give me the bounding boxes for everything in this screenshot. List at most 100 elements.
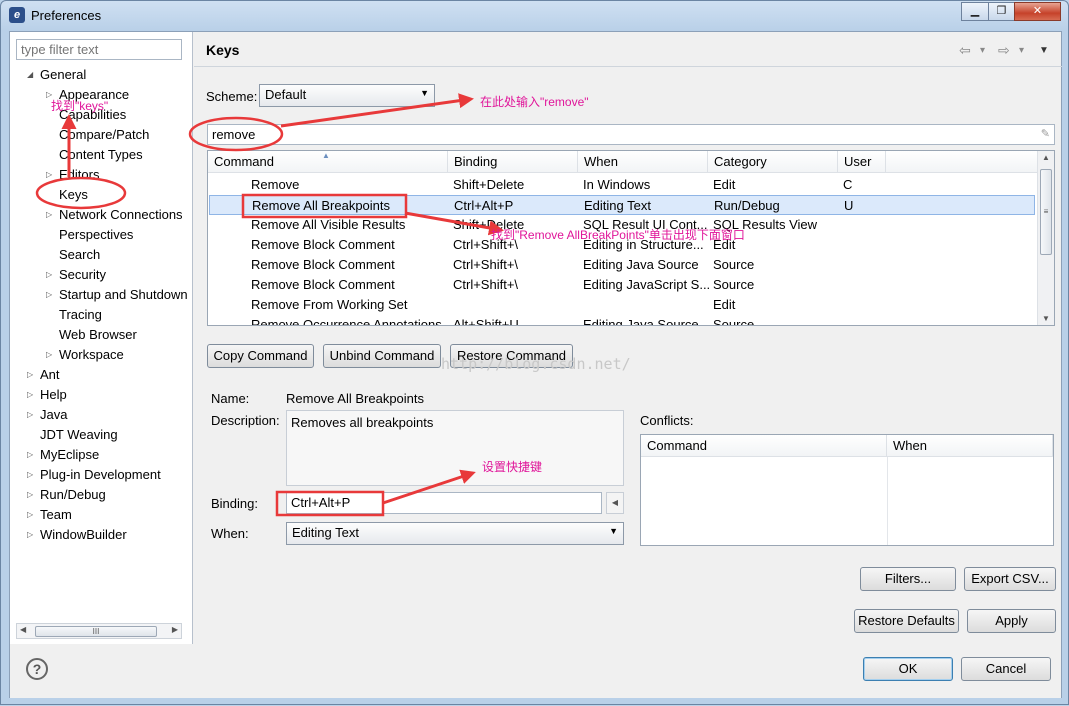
collapsed-twisty-icon[interactable]: ▷ — [27, 505, 33, 525]
collapsed-twisty-icon[interactable]: ▷ — [27, 385, 33, 405]
binding-menu-icon[interactable]: ◀ — [606, 492, 624, 514]
clear-filter-icon[interactable]: ✎ — [1041, 127, 1050, 140]
collapsed-twisty-icon[interactable]: ▷ — [46, 285, 52, 305]
table-row[interactable]: Remove Block Comment Ctrl+Shift+\ Editing … — [209, 275, 1035, 295]
tree-item-tracing[interactable]: Tracing — [59, 305, 102, 325]
collapsed-twisty-icon[interactable]: ▷ — [46, 205, 52, 225]
scheme-select[interactable]: Default ▼ — [259, 84, 435, 107]
back-menu-icon[interactable]: ▾ — [980, 45, 985, 56]
collapsed-twisty-icon[interactable]: ▷ — [27, 365, 33, 385]
binding-input[interactable]: Ctrl+Alt+P — [286, 492, 602, 514]
tree-item-help[interactable]: Help — [40, 385, 67, 405]
conflicts-table: Command When — [640, 434, 1054, 546]
tree-item-security[interactable]: Security — [59, 265, 106, 285]
cell-when: Editing Java Source — [583, 257, 699, 272]
minimize-button[interactable]: ▁ — [961, 2, 989, 21]
tree-item-web-browser[interactable]: Web Browser — [59, 325, 137, 345]
back-arrow-icon[interactable]: ⇦ — [959, 42, 971, 59]
tree-item-plug-in-development[interactable]: Plug-in Development — [40, 465, 161, 485]
annotation-type-here: 在此处输入"remove" — [480, 95, 589, 109]
command-filter-value: remove — [212, 127, 256, 142]
tree-item-general[interactable]: General — [40, 65, 86, 85]
tree-item-workspace[interactable]: Workspace — [59, 345, 124, 365]
close-button[interactable]: ✕ — [1014, 2, 1061, 21]
scheme-value: Default — [265, 87, 307, 102]
collapsed-twisty-icon[interactable]: ▷ — [27, 465, 33, 485]
tree-item-team[interactable]: Team — [40, 505, 72, 525]
tree-item-ant[interactable]: Ant — [40, 365, 60, 385]
export-csv-button[interactable]: Export CSV... — [964, 567, 1056, 591]
scroll-left-icon[interactable]: ◀ — [20, 625, 26, 634]
scroll-thumb[interactable]: III — [35, 626, 157, 637]
unbind-command-button[interactable]: Unbind Command — [323, 344, 441, 368]
help-icon[interactable]: ? — [26, 658, 48, 680]
command-filter-input[interactable]: remove ✎ — [207, 124, 1055, 145]
ok-button[interactable]: OK — [863, 657, 953, 681]
tree-item-windowbuilder[interactable]: WindowBuilder — [40, 525, 127, 545]
tree-item-perspectives[interactable]: Perspectives — [59, 225, 133, 245]
tree-item-myeclipse[interactable]: MyEclipse — [40, 445, 99, 465]
cell-command: Remove Block Comment — [251, 277, 395, 292]
sort-ascending-icon: ▲ — [322, 151, 330, 160]
table-row[interactable]: Remove Shift+Delete In Windows Edit C — [209, 175, 1035, 195]
restore-defaults-button[interactable]: Restore Defaults — [854, 609, 959, 633]
eclipse-icon: e — [9, 7, 25, 23]
column-header-user[interactable]: User — [838, 151, 886, 173]
conflicts-label: Conflicts: — [640, 413, 694, 428]
table-row[interactable]: Remove From Working Set Edit — [209, 295, 1035, 315]
table-row-selected[interactable]: Remove All Breakpoints Ctrl+Alt+P Editing … — [209, 195, 1035, 215]
collapsed-twisty-icon[interactable]: ▷ — [46, 345, 52, 365]
when-select[interactable]: Editing Text ▼ — [286, 522, 624, 545]
tree-item-compare-patch[interactable]: Compare/Patch — [59, 125, 149, 145]
table-row[interactable]: Remove Occurrence Annotations Alt+Shift+U… — [209, 315, 1035, 326]
table-vscrollbar[interactable]: ▲ ≡ ▼ — [1037, 151, 1054, 325]
collapsed-twisty-icon[interactable]: ▷ — [46, 165, 52, 185]
binding-label: Binding: — [211, 496, 258, 511]
tree-item-network-connections[interactable]: Network Connections — [59, 205, 183, 225]
tree-item-content-types[interactable]: Content Types — [59, 145, 143, 165]
scroll-right-icon[interactable]: ▶ — [172, 625, 178, 634]
tree-item-startup-and-shutdown[interactable]: Startup and Shutdown — [59, 285, 188, 305]
cell-binding: Alt+Shift+U — [453, 317, 519, 326]
maximize-button[interactable]: ❐ — [988, 2, 1015, 21]
tree-item-editors[interactable]: Editors — [59, 165, 99, 185]
preference-tree-panel: ◢General▷AppearanceCapabilitiesCompare/P… — [10, 32, 193, 644]
tree-item-search[interactable]: Search — [59, 245, 100, 265]
expanded-twisty-icon[interactable]: ◢ — [27, 65, 33, 85]
tree-item-java[interactable]: Java — [40, 405, 67, 425]
tree-item-run-debug[interactable]: Run/Debug — [40, 485, 106, 505]
column-header-when[interactable]: When — [578, 151, 708, 173]
scroll-up-icon[interactable]: ▲ — [1042, 153, 1050, 162]
apply-button[interactable]: Apply — [967, 609, 1056, 633]
cell-user: U — [844, 198, 854, 213]
scroll-thumb[interactable]: ≡ — [1040, 169, 1052, 255]
collapsed-twisty-icon[interactable]: ▷ — [27, 485, 33, 505]
conflicts-header-when[interactable]: When — [887, 435, 1053, 457]
collapsed-twisty-icon[interactable]: ▷ — [27, 525, 33, 545]
cell-binding: Ctrl+Alt+P — [454, 198, 514, 213]
name-value: Remove All Breakpoints — [286, 391, 425, 406]
tree-item-jdt-weaving[interactable]: JDT Weaving — [40, 425, 118, 445]
column-header-category[interactable]: Category — [708, 151, 838, 173]
tree-hscrollbar[interactable]: ◀ III ▶ — [16, 623, 182, 639]
column-header-command[interactable]: Command ▲ — [208, 151, 448, 173]
copy-command-button[interactable]: Copy Command — [207, 344, 314, 368]
keys-page: Keys ⇦ ▾ ⇨ ▾ ▼ Scheme: Default ▼ remove … — [194, 32, 1062, 644]
filters-button[interactable]: Filters... — [860, 567, 956, 591]
tree-item-keys[interactable]: Keys — [59, 185, 88, 205]
collapsed-twisty-icon[interactable]: ▷ — [46, 265, 52, 285]
scroll-down-icon[interactable]: ▼ — [1042, 314, 1050, 323]
view-menu-icon[interactable]: ▼ — [1039, 45, 1049, 56]
collapsed-twisty-icon[interactable]: ▷ — [27, 405, 33, 425]
conflicts-header-command[interactable]: Command — [641, 435, 887, 457]
cancel-button[interactable]: Cancel — [961, 657, 1051, 681]
collapsed-twisty-icon[interactable]: ▷ — [27, 445, 33, 465]
forward-menu-icon[interactable]: ▾ — [1019, 45, 1024, 56]
annotation-find-remove: 找到"Remove AllBreakPoints"单击出现下面窗口 — [491, 228, 745, 242]
filter-input[interactable] — [16, 39, 182, 60]
dialog-button-bar: ? OK Cancel — [10, 644, 1061, 698]
table-row[interactable]: Remove Block Comment Ctrl+Shift+\ Editing … — [209, 255, 1035, 275]
forward-arrow-icon[interactable]: ⇨ — [998, 42, 1010, 59]
column-header-binding[interactable]: Binding — [448, 151, 578, 173]
cell-category: Source — [713, 277, 755, 292]
